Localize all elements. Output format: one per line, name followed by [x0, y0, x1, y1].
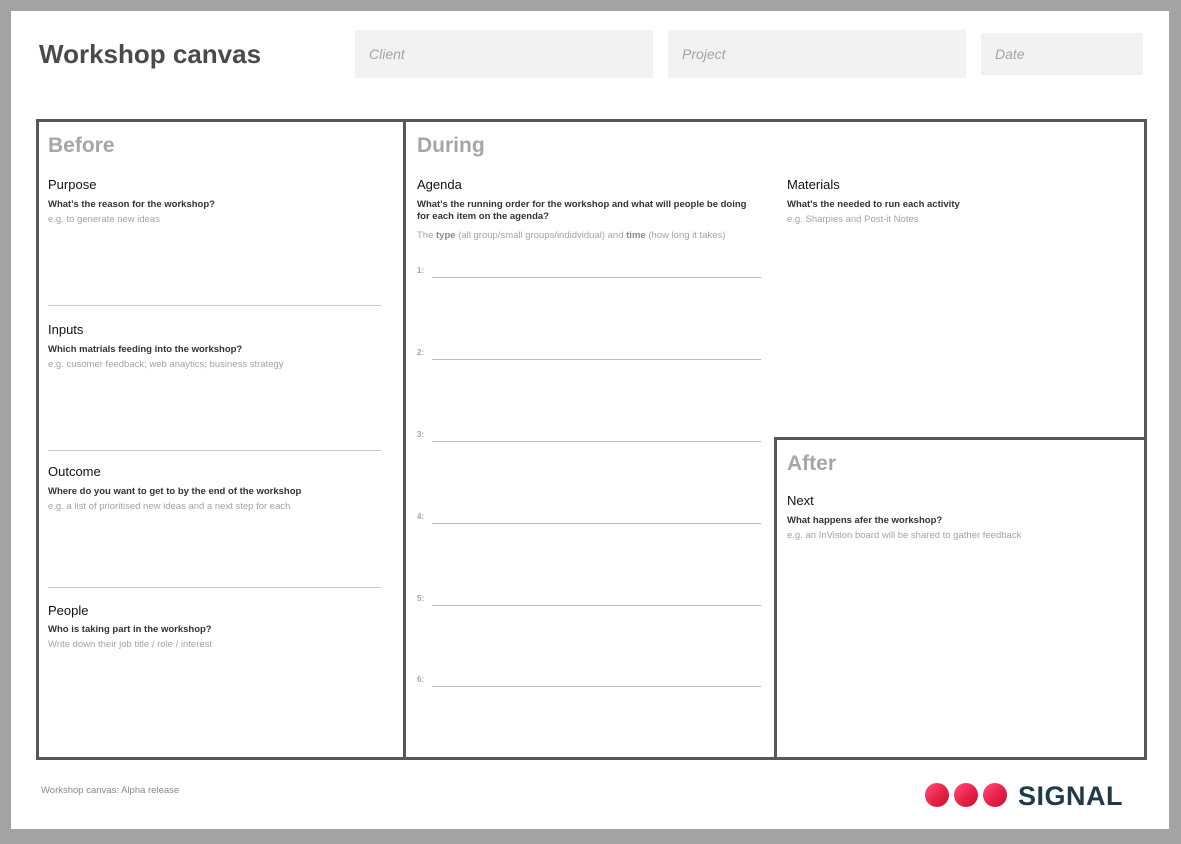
outcome-example: e.g. a list of prioritised new ideas and… [48, 501, 291, 512]
next-example: e.g. an InVision board will be shared to… [787, 530, 1022, 541]
agenda-prompt-line2: for each item on the agenda? [417, 211, 549, 222]
agenda-label: Agenda [417, 177, 462, 192]
agenda-hint-post: (how long it takes) [645, 230, 726, 241]
people-label: People [48, 603, 89, 618]
next-prompt: What happens afer the workshop? [787, 515, 943, 526]
client-field-box [355, 30, 653, 78]
footer-note: Workshop canvas: Alpha release [41, 785, 180, 796]
during-section-title: During [417, 134, 485, 157]
agenda-item: 5: [417, 589, 761, 607]
signal-logo: SIGNAL [925, 781, 1145, 811]
project-input[interactable] [668, 30, 966, 78]
inputs-prompt: Which matrials feeding into the workshop… [48, 344, 243, 355]
agenda-item-number: 2: [417, 348, 425, 357]
agenda-hint-mid: (all group/small groups/indidvidual) and [455, 230, 627, 241]
materials-label: Materials [787, 177, 840, 192]
before-separator [48, 305, 381, 306]
agenda-prompt-line1: What's the running order for the worksho… [417, 199, 747, 210]
purpose-example: e.g. to generate new ideas [48, 214, 160, 225]
logo-dot-icon [925, 783, 949, 807]
agenda-item-line [432, 359, 761, 360]
agenda-item: 3: [417, 425, 761, 443]
agenda-item-number: 1: [417, 266, 425, 275]
logo-dot-icon [983, 783, 1007, 807]
project-field-box [668, 30, 966, 78]
date-field-box [981, 33, 1143, 75]
before-separator [48, 450, 381, 451]
before-separator [48, 587, 381, 588]
client-input[interactable] [355, 30, 653, 78]
purpose-prompt: What's the reason for the workshop? [48, 199, 215, 210]
before-section-title: Before [48, 134, 115, 157]
materials-prompt: What's the needed to run each activity [787, 199, 960, 210]
page-title: Workshop canvas [39, 39, 262, 69]
people-example: Write down their job title / role / inte… [48, 639, 213, 650]
after-section-title: After [787, 452, 837, 475]
agenda-item-number: 4: [417, 512, 425, 521]
agenda-item-line [432, 277, 761, 278]
agenda-item-line [432, 605, 761, 606]
agenda-item: 2: [417, 343, 761, 361]
agenda-item-number: 6: [417, 675, 425, 684]
agenda-item-number: 5: [417, 594, 425, 603]
agenda-item-number: 3: [417, 430, 425, 439]
agenda-hint: The type (all group/small groups/indidvi… [417, 230, 725, 241]
next-label: Next [787, 493, 814, 508]
agenda-hint-pre: The [417, 230, 437, 241]
materials-example: e.g. Sharpies and Post-it Notes [787, 214, 919, 225]
agenda-item: 1: [417, 261, 761, 279]
agenda-item-line [432, 686, 761, 687]
outcome-prompt: Where do you want to get to by the end o… [48, 486, 302, 497]
logo-text: SIGNAL [1018, 781, 1124, 811]
divider-before-during [403, 119, 406, 760]
divider-materials-after [774, 437, 1147, 440]
logo-dot-icon [954, 783, 978, 807]
agenda-hint-time: time [626, 230, 646, 241]
people-prompt: Who is taking part in the workshop? [48, 624, 212, 635]
inputs-label: Inputs [48, 322, 84, 337]
agenda-item-line [432, 523, 761, 524]
outcome-label: Outcome [48, 464, 101, 479]
canvas-sheet: Workshop canvas Before Purpose What's th… [11, 11, 1169, 829]
agenda-item-line [432, 441, 761, 442]
purpose-label: Purpose [48, 177, 97, 192]
divider-during-after [774, 437, 777, 760]
date-input[interactable] [981, 33, 1143, 75]
agenda-hint-type: type [436, 230, 456, 241]
inputs-example: e.g. cusomer feedback; web anaytics; bus… [48, 359, 284, 370]
agenda-item: 6: [417, 670, 761, 688]
agenda-item: 4: [417, 507, 761, 525]
